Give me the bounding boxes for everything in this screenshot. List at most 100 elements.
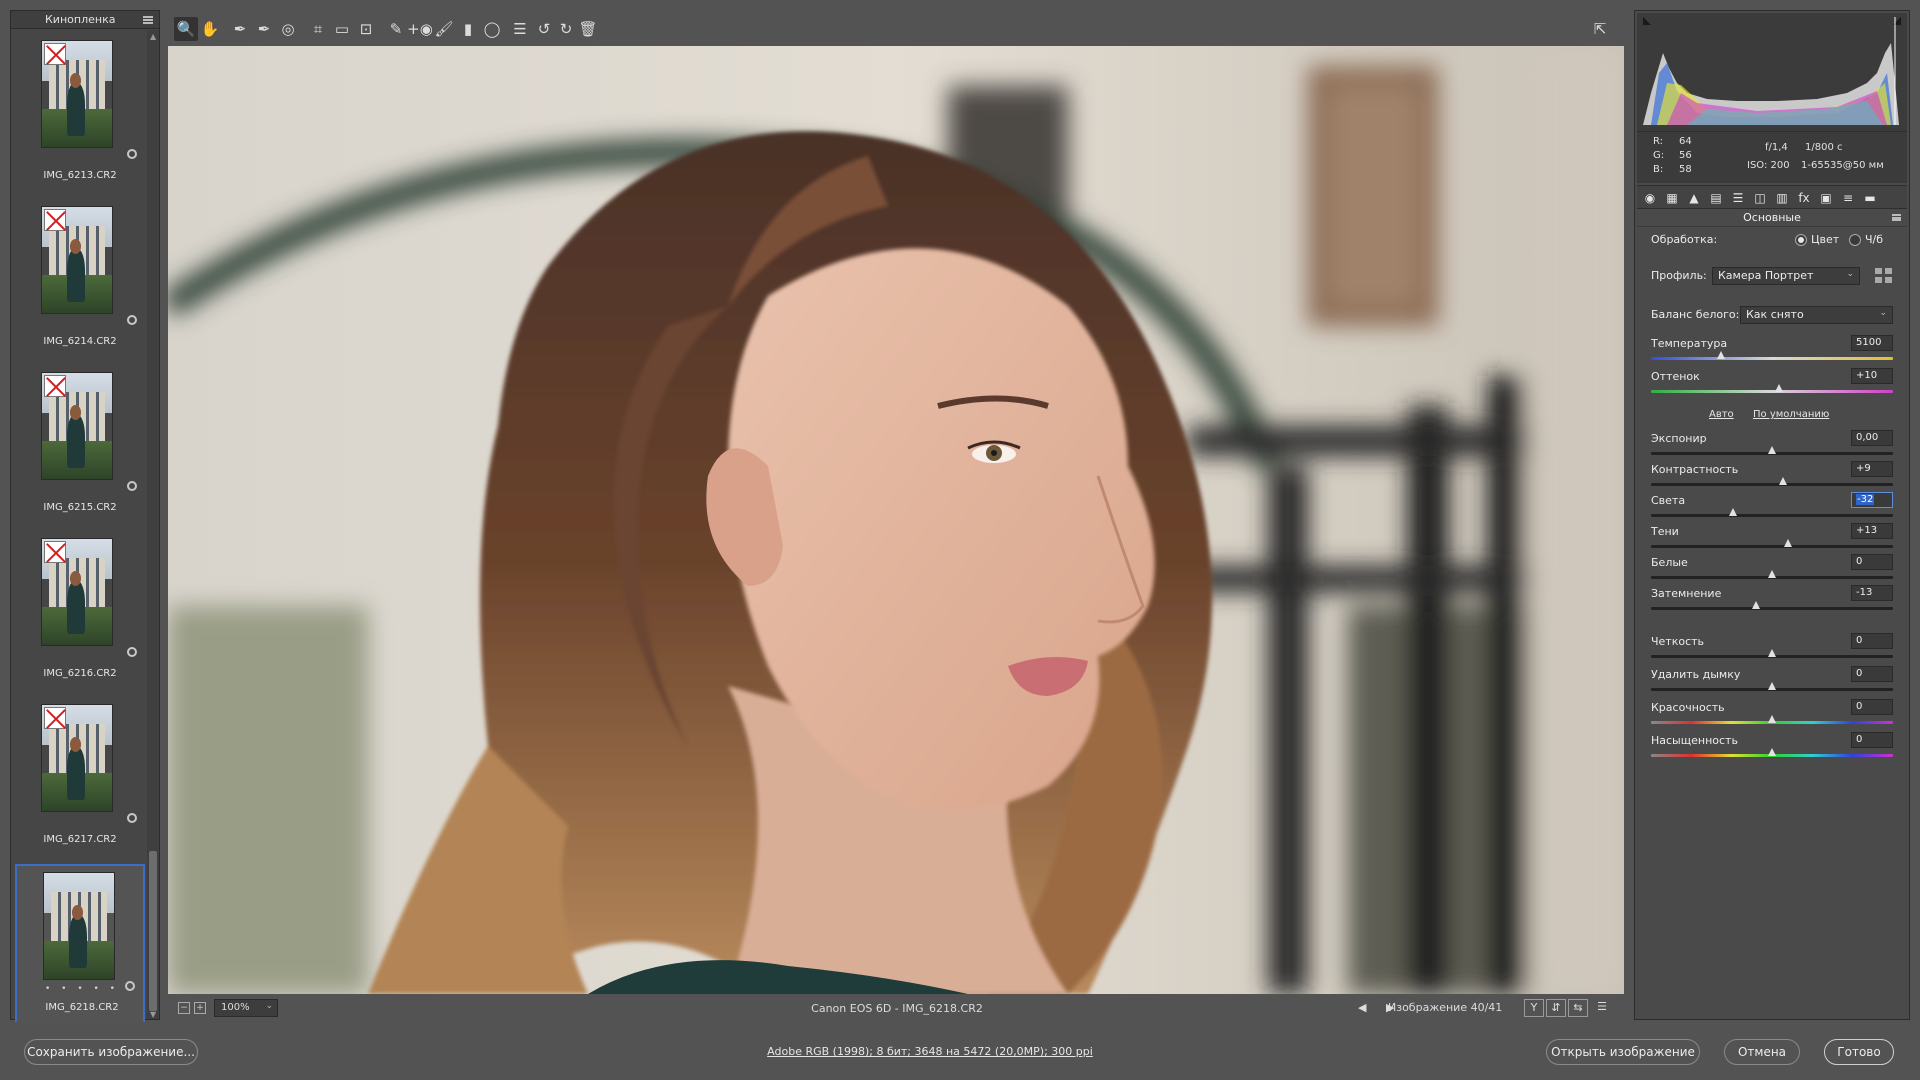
color-sampler-icon[interactable]: ✒ bbox=[252, 17, 276, 41]
filmstrip-title: Кинопленка bbox=[45, 13, 116, 26]
tone-curve-tab-icon[interactable]: ▦ bbox=[1663, 189, 1681, 207]
exposure-value-field[interactable]: 0,00 bbox=[1851, 430, 1893, 446]
adjustment-brush-icon[interactable]: 🖌 bbox=[432, 17, 456, 41]
preferences-icon[interactable]: ☰ bbox=[508, 17, 532, 41]
shadows-slider-track[interactable] bbox=[1651, 545, 1893, 548]
treatment-color-radio[interactable] bbox=[1795, 234, 1807, 246]
filmstrip-scroll-thumb[interactable] bbox=[149, 851, 157, 1011]
straighten-icon[interactable]: ▭ bbox=[330, 17, 354, 41]
temperature-value-field[interactable]: 5100 bbox=[1851, 335, 1893, 351]
shadows-value-field[interactable]: +13 bbox=[1851, 523, 1893, 539]
red-eye-icon[interactable]: +◉ bbox=[407, 17, 433, 41]
blacks-value-field[interactable]: -13 bbox=[1851, 585, 1893, 601]
highlights-value-field[interactable]: -32 bbox=[1851, 492, 1893, 508]
contrast-value-field[interactable]: +9 bbox=[1851, 461, 1893, 477]
b-label: B: bbox=[1653, 164, 1664, 175]
filmstrip-panel: Кинопленка IMG_6213.CR2 IMG_6214.CR2 IMG_6… bbox=[10, 10, 160, 1028]
transform-tab-icon[interactable]: ▥ bbox=[1773, 189, 1791, 207]
vibrance-value-field[interactable]: 0 bbox=[1851, 699, 1893, 715]
targeted-adjustment-icon[interactable]: ◎ bbox=[276, 17, 300, 41]
calibration-tab-icon[interactable]: ▣ bbox=[1817, 189, 1835, 207]
presets-tab-icon[interactable]: ≡ bbox=[1839, 189, 1857, 207]
effects-tab-icon[interactable]: fx bbox=[1795, 189, 1813, 207]
highlights-slider-thumb[interactable] bbox=[1729, 508, 1738, 516]
filmstrip-menu-icon[interactable] bbox=[143, 15, 153, 24]
section-title-basic: Основные bbox=[1637, 209, 1907, 227]
dehaze-value-field[interactable]: 0 bbox=[1851, 666, 1893, 682]
wb-select[interactable]: Как снято ⌄ bbox=[1740, 306, 1893, 324]
vibrance-label: Красочность bbox=[1651, 701, 1725, 714]
default-link[interactable]: По умолчанию bbox=[1753, 409, 1829, 420]
scroll-up-icon[interactable]: ▲ bbox=[150, 32, 156, 41]
image-count-label: Изображение 40/41 bbox=[1388, 1001, 1503, 1014]
temperature-slider-thumb[interactable] bbox=[1717, 351, 1726, 359]
histogram bbox=[1637, 13, 1907, 131]
crop-icon[interactable]: ⌗ bbox=[306, 17, 330, 41]
saturation-value-field[interactable]: 0 bbox=[1851, 732, 1893, 748]
transform-icon[interactable]: ⊡ bbox=[354, 17, 378, 41]
snapshots-tab-icon[interactable]: ▬ bbox=[1861, 189, 1879, 207]
scroll-down-icon[interactable]: ▼ bbox=[150, 1010, 156, 1019]
filmstrip-thumbnail[interactable]: IMG_6216.CR2 bbox=[15, 532, 145, 696]
highlight-clipping-icon bbox=[1893, 17, 1901, 25]
highlights-slider-track[interactable] bbox=[1651, 514, 1893, 517]
basic-tab-icon[interactable]: ◉ bbox=[1641, 189, 1659, 207]
tint-slider-thumb[interactable] bbox=[1775, 384, 1784, 392]
spot-removal-icon[interactable]: ✎ bbox=[384, 17, 408, 41]
cancel-button[interactable]: Отмена bbox=[1724, 1039, 1800, 1065]
whites-slider-thumb[interactable] bbox=[1768, 570, 1776, 578]
view-settings-icon[interactable]: ☰ bbox=[1592, 999, 1612, 1017]
lens-tab-icon[interactable]: ◫ bbox=[1751, 189, 1769, 207]
treatment-bw-radio[interactable] bbox=[1849, 234, 1861, 246]
filmstrip-thumbnail[interactable]: IMG_6217.CR2 bbox=[15, 698, 145, 862]
filmstrip-thumbnail[interactable]: IMG_6213.CR2 bbox=[15, 34, 145, 198]
histogram-info: R: 64 G: 56 B: 58 f/1,4 1/800 с ISO: 200 1-… bbox=[1637, 131, 1907, 183]
auto-link[interactable]: Авто bbox=[1709, 409, 1734, 420]
profile-browser-icon[interactable] bbox=[1875, 268, 1893, 284]
whites-value-field[interactable]: 0 bbox=[1851, 554, 1893, 570]
open-image-button[interactable]: Открыть изображение bbox=[1546, 1039, 1700, 1065]
radial-filter-icon[interactable]: ◯ bbox=[480, 17, 504, 41]
clarity-slider-thumb[interactable] bbox=[1768, 649, 1776, 657]
graduated-filter-icon[interactable]: ▮ bbox=[456, 17, 480, 41]
temperature-slider-track[interactable] bbox=[1651, 357, 1893, 360]
image-preview[interactable] bbox=[168, 46, 1624, 994]
before-after-view-button[interactable]: Y bbox=[1524, 999, 1544, 1017]
filmstrip-thumbnail[interactable]: IMG_6215.CR2 bbox=[15, 366, 145, 530]
thumbnail-label: IMG_6213.CR2 bbox=[43, 170, 117, 181]
copy-settings-button[interactable]: ⇆ bbox=[1568, 999, 1588, 1017]
hand-icon[interactable]: ✋ bbox=[198, 17, 222, 41]
clarity-value-field[interactable]: 0 bbox=[1851, 633, 1893, 649]
filmstrip-scrollbar[interactable]: ▲ ▼ bbox=[147, 30, 159, 1019]
filmstrip-thumbnail[interactable]: • • • • • IMG_6218.CR2 bbox=[15, 864, 145, 1028]
saturation-slider-thumb[interactable] bbox=[1768, 748, 1776, 756]
detail-tab-icon[interactable]: ▲ bbox=[1685, 189, 1703, 207]
reject-flag-icon bbox=[44, 43, 66, 65]
done-button[interactable]: Готово bbox=[1824, 1039, 1894, 1065]
shutter-value: 1/800 с bbox=[1805, 142, 1843, 153]
shadows-slider-thumb[interactable] bbox=[1783, 539, 1792, 547]
dehaze-slider-thumb[interactable] bbox=[1768, 682, 1776, 690]
zoom-icon[interactable]: 🔍 bbox=[174, 17, 198, 41]
split-toning-tab-icon[interactable]: ☰ bbox=[1729, 189, 1747, 207]
blacks-slider-track[interactable] bbox=[1651, 607, 1893, 610]
reject-flag-icon bbox=[44, 209, 66, 231]
swap-before-after-button[interactable]: ⇵ bbox=[1546, 999, 1566, 1017]
exposure-slider-thumb[interactable] bbox=[1768, 446, 1776, 454]
rotate-left-icon[interactable]: ↺ bbox=[532, 17, 556, 41]
fullscreen-icon[interactable]: ⇱ bbox=[1588, 17, 1612, 41]
vibrance-slider-thumb[interactable] bbox=[1768, 715, 1776, 723]
delete-icon[interactable]: 🗑 bbox=[576, 17, 600, 41]
tint-slider-track[interactable] bbox=[1651, 390, 1893, 393]
filmstrip-thumbnail[interactable]: IMG_6214.CR2 bbox=[15, 200, 145, 364]
contrast-slider-thumb[interactable] bbox=[1778, 477, 1787, 485]
hsl-tab-icon[interactable]: ▤ bbox=[1707, 189, 1725, 207]
white-balance-icon[interactable]: ✒ bbox=[228, 17, 252, 41]
profile-select[interactable]: Камера Портрет ⌄ bbox=[1712, 267, 1860, 285]
contrast-slider-track[interactable] bbox=[1651, 483, 1893, 486]
blacks-slider-thumb[interactable] bbox=[1752, 601, 1761, 609]
tint-value-field[interactable]: +10 bbox=[1851, 368, 1893, 384]
rotate-right-icon[interactable]: ↻ bbox=[554, 17, 578, 41]
tint-label: Оттенок bbox=[1651, 370, 1700, 383]
panel-menu-icon[interactable] bbox=[1892, 214, 1901, 221]
